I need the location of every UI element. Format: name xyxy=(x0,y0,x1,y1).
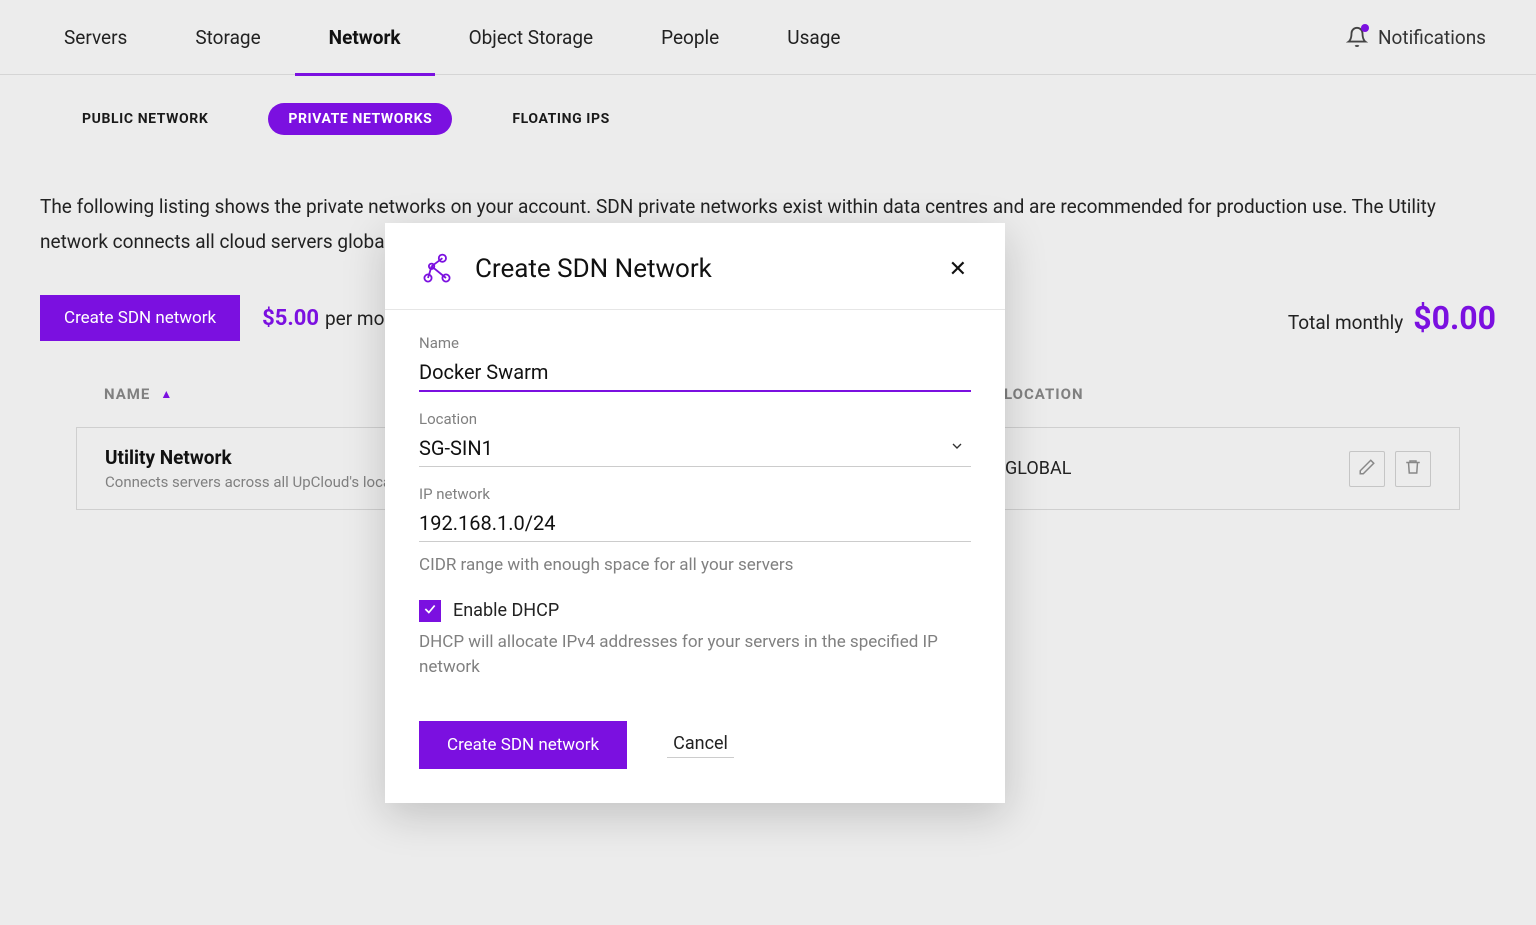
field-ip-network: IP network CIDR range with enough space … xyxy=(419,485,971,578)
field-name: Name xyxy=(419,334,971,392)
trash-icon xyxy=(1404,458,1422,480)
modal-submit-button[interactable]: Create SDN network xyxy=(419,721,627,769)
ip-label: IP network xyxy=(419,485,971,503)
field-location: Location xyxy=(419,410,971,467)
name-input[interactable] xyxy=(419,356,971,392)
close-icon: ✕ xyxy=(949,257,967,282)
column-name-label: NAME xyxy=(104,385,150,403)
edit-button[interactable] xyxy=(1349,451,1385,487)
tab-public-network[interactable]: PUBLIC NETWORK xyxy=(62,103,228,135)
modal-cancel-button[interactable]: Cancel xyxy=(667,731,734,758)
bell-icon xyxy=(1346,26,1368,48)
total-amount: $0.00 xyxy=(1413,299,1496,337)
dhcp-checkbox-row: Enable DHCP xyxy=(419,600,971,622)
dhcp-checkbox[interactable] xyxy=(419,600,441,622)
tab-floating-ips[interactable]: FLOATING IPS xyxy=(492,103,630,135)
notifications-button[interactable]: Notifications xyxy=(1346,26,1506,49)
total-label: Total monthly xyxy=(1288,311,1403,334)
price-value: $5.00 xyxy=(262,306,319,331)
location-select[interactable] xyxy=(419,432,971,467)
dhcp-hint: DHCP will allocate IPv4 addresses for yo… xyxy=(419,630,971,681)
nav-people[interactable]: People xyxy=(627,0,753,75)
top-nav: Servers Storage Network Object Storage P… xyxy=(0,0,1536,75)
column-location[interactable]: LOCATION xyxy=(1004,385,1432,403)
check-icon xyxy=(423,601,437,620)
modal-body: Name Location IP network CIDR range with… xyxy=(385,310,1005,803)
tab-private-networks[interactable]: PRIVATE NETWORKS xyxy=(268,103,452,135)
notifications-label: Notifications xyxy=(1378,26,1486,49)
row-location-cell: GLOBAL xyxy=(1005,458,1349,479)
ip-network-input[interactable] xyxy=(419,507,971,542)
network-icon xyxy=(419,251,455,287)
modal-header: Create SDN Network ✕ xyxy=(385,223,1005,310)
pencil-icon xyxy=(1358,458,1376,480)
modal-actions: Create SDN network Cancel xyxy=(419,721,971,769)
create-sdn-network-button[interactable]: Create SDN network xyxy=(40,295,240,341)
nav-usage[interactable]: Usage xyxy=(753,0,874,75)
sort-asc-icon: ▲ xyxy=(160,387,173,401)
nav-servers[interactable]: Servers xyxy=(30,0,161,75)
delete-button[interactable] xyxy=(1395,451,1431,487)
notification-dot-icon xyxy=(1361,24,1369,32)
modal-title: Create SDN Network xyxy=(475,254,945,284)
create-sdn-network-modal: Create SDN Network ✕ Name Location IP ne… xyxy=(385,223,1005,803)
name-label: Name xyxy=(419,334,971,352)
location-select-wrap xyxy=(419,432,971,467)
row-actions xyxy=(1349,451,1431,487)
dhcp-label: Enable DHCP xyxy=(453,600,559,621)
sub-tabs: PUBLIC NETWORK PRIVATE NETWORKS FLOATING… xyxy=(0,75,1536,171)
ip-hint: CIDR range with enough space for all you… xyxy=(419,554,971,578)
location-label: Location xyxy=(419,410,971,428)
total-monthly: Total monthly $0.00 xyxy=(1288,299,1496,337)
nav-network[interactable]: Network xyxy=(295,0,435,75)
nav-storage[interactable]: Storage xyxy=(161,0,294,75)
modal-close-button[interactable]: ✕ xyxy=(945,253,971,286)
nav-object-storage[interactable]: Object Storage xyxy=(435,0,628,75)
